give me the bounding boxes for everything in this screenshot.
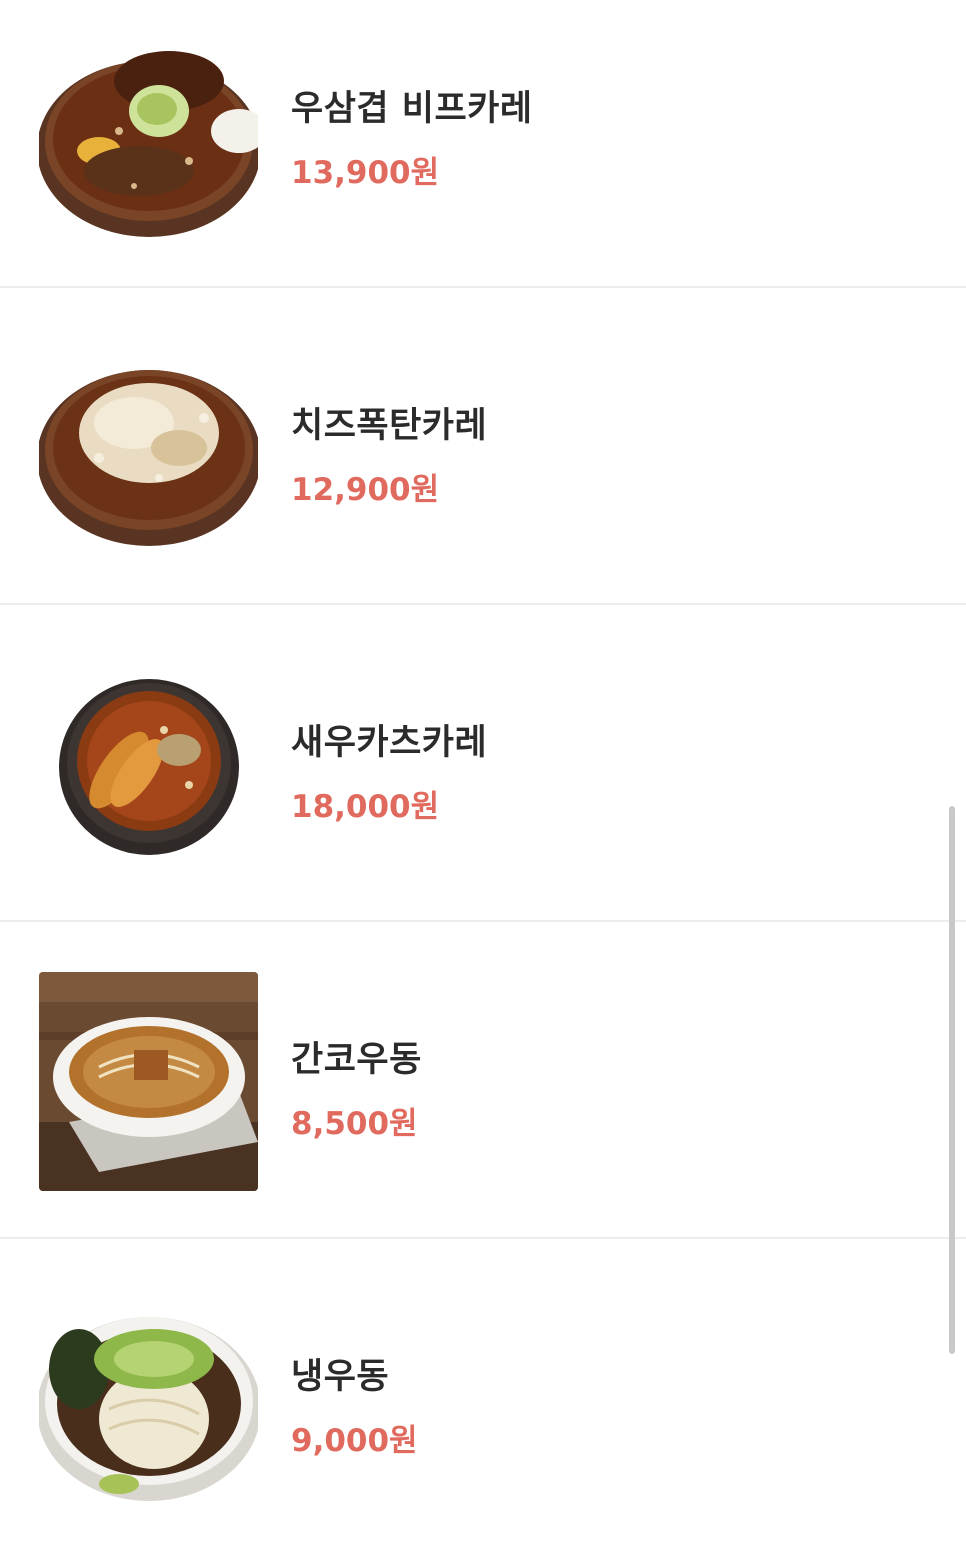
menu-item-name: 새우카츠카레: [291, 723, 488, 763]
scrollbar[interactable]: [949, 806, 955, 1354]
menu-item-name: 간코우동: [291, 1040, 422, 1080]
menu-item-beef-curry[interactable]: 우삼겹 비프카레 13,900원: [0, 0, 966, 288]
menu-item-name: 우삼겹 비프카레: [291, 89, 533, 129]
cold-udon-bowl-icon: [39, 1289, 258, 1508]
beef-curry-dish-icon: [39, 21, 258, 240]
menu-item-price: 9,000원: [291, 1423, 418, 1459]
menu-item-name: 냉우동: [291, 1357, 390, 1397]
menu-item-price: 12,900원: [291, 472, 440, 508]
menu-item-name: 치즈폭탄카레: [291, 406, 488, 446]
menu-list: 우삼겹 비프카레 13,900원 치즈폭탄카레 12,900원 새우카츠카레 1…: [0, 0, 966, 1522]
cheese-curry-dish-icon: [39, 338, 258, 557]
menu-item-price: 8,500원: [291, 1106, 418, 1142]
menu-item-price: 18,000원: [291, 789, 440, 825]
shrimp-katsu-curry-dish-icon: [39, 655, 258, 874]
menu-item-cheese-curry[interactable]: 치즈폭탄카레 12,900원: [0, 288, 966, 605]
menu-item-shrimp-katsu-curry[interactable]: 새우카츠카레 18,000원: [0, 605, 966, 922]
menu-item-ganko-udon[interactable]: 간코우동 8,500원: [0, 922, 966, 1239]
menu-item-cold-udon[interactable]: 냉우동 9,000원: [0, 1239, 966, 1556]
menu-item-price: 13,900원: [291, 155, 440, 191]
udon-bowl-icon: [39, 972, 258, 1191]
